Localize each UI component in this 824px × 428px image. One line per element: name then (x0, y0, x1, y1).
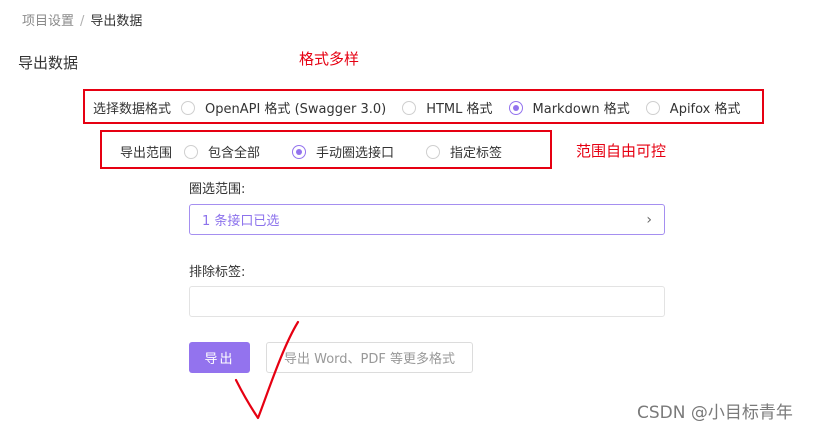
selection-label: 圈选范围: (189, 182, 246, 197)
radio-icon (184, 144, 199, 159)
chevron-right-icon: › (646, 211, 652, 228)
format-option-label: HTML 格式 (426, 102, 493, 117)
annotation-scope: 范围自由可控 (576, 142, 667, 160)
format-option-label: OpenAPI 格式 (Swagger 3.0) (205, 102, 387, 117)
selection-value: 1 条接口已选 (202, 214, 280, 229)
radio-icon (181, 100, 196, 115)
format-radio-group: 选择数据格式 OpenAPI 格式 (Swagger 3.0) HTML 格式 … (93, 98, 741, 117)
check-mark-annotation (234, 320, 300, 420)
scope-label: 导出范围 (120, 146, 173, 161)
breadcrumb-separator: / (80, 14, 85, 29)
exclude-tags-input[interactable] (189, 286, 665, 317)
format-option-label: Markdown 格式 (532, 102, 630, 117)
format-option-apifox[interactable]: Apifox 格式 (645, 98, 741, 117)
format-option-label: Apifox 格式 (669, 102, 741, 117)
radio-icon (645, 100, 660, 115)
scope-option-all[interactable]: 包含全部 (184, 142, 260, 161)
format-option-markdown[interactable]: Markdown 格式 (508, 98, 630, 117)
format-option-html[interactable]: HTML 格式 (402, 98, 493, 117)
breadcrumb-parent-link[interactable]: 项目设置 (22, 14, 74, 29)
format-option-openapi[interactable]: OpenAPI 格式 (Swagger 3.0) (181, 98, 386, 117)
scope-radio-group: 导出范围 包含全部 手动圈选接口 指定标签 (120, 142, 502, 161)
watermark: CSDN @小目标青年 (637, 403, 793, 423)
scope-option-tags[interactable]: 指定标签 (426, 142, 502, 161)
annotation-formats: 格式多样 (299, 50, 360, 68)
breadcrumb-current: 导出数据 (90, 14, 143, 29)
breadcrumb: 项目设置 / 导出数据 (22, 10, 142, 29)
scope-option-label: 手动圈选接口 (316, 146, 395, 161)
scope-option-label: 包含全部 (208, 146, 261, 161)
radio-checked-icon (292, 144, 307, 159)
radio-icon (402, 100, 417, 115)
radio-checked-icon (508, 100, 523, 115)
selection-picker[interactable]: 1 条接口已选 › (189, 204, 665, 235)
format-label: 选择数据格式 (93, 102, 172, 117)
radio-icon (426, 144, 441, 159)
scope-option-label: 指定标签 (450, 146, 503, 161)
page-title: 导出数据 (18, 54, 79, 72)
scope-option-manual[interactable]: 手动圈选接口 (292, 142, 394, 161)
exclude-tags-label: 排除标签: (189, 265, 246, 280)
